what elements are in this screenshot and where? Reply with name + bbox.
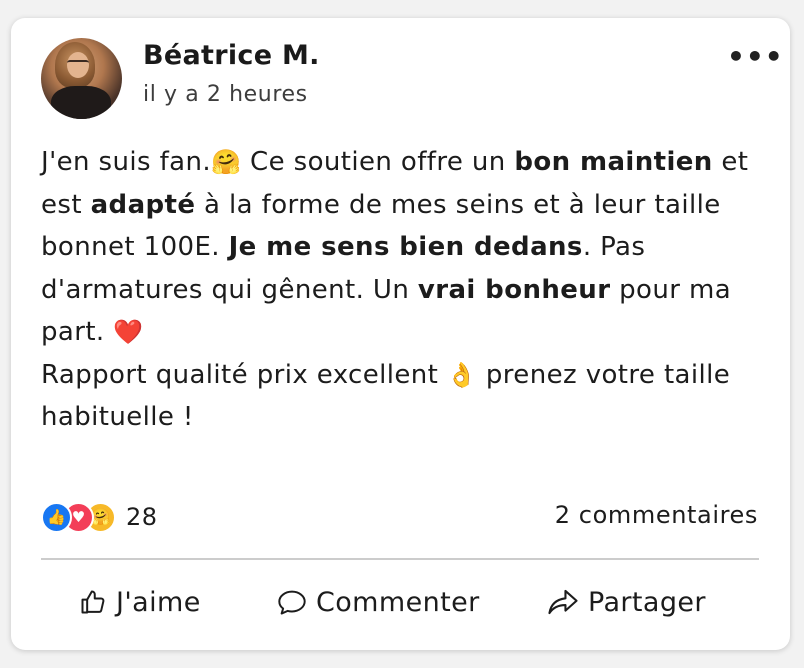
body-text: J'en suis fan.: [41, 147, 212, 177]
action-bar: J'aime Commenter Partager: [41, 580, 759, 624]
hugging-face-emoji: 🤗: [211, 148, 242, 176]
body-bold-text: adapté: [90, 189, 196, 220]
comments-count-link[interactable]: 2 commentaires: [555, 501, 758, 529]
red-heart-emoji: ❤️: [113, 318, 144, 346]
comment-button[interactable]: Commenter: [277, 587, 480, 618]
body-bold-text: bon maintien: [514, 147, 713, 177]
reactions-summary[interactable]: 👍 ♥ 🤗 28: [41, 500, 158, 534]
body-bold-text: vrai bonheur: [417, 274, 611, 305]
post-time[interactable]: il y a 2 heures: [143, 82, 308, 107]
body-text: Ce soutien offre un: [241, 147, 515, 177]
thumbs-up-icon: [79, 588, 107, 616]
post-body: J'en suis fan.🤗 Ce soutien offre un bon …: [41, 141, 761, 439]
author-name[interactable]: Béatrice M.: [143, 40, 320, 71]
post-card: Béatrice M. il y a 2 heures ••• J'en sui…: [11, 18, 790, 650]
ok-hand-emoji: 👌: [446, 360, 478, 389]
speech-bubble-icon: [277, 588, 307, 616]
share-arrow-icon: [547, 588, 579, 616]
body-bold-text: Je me sens bien dedans: [228, 232, 583, 262]
avatar-glasses: [67, 60, 89, 66]
like-label: J'aime: [116, 586, 201, 618]
share-button[interactable]: Partager: [547, 587, 706, 618]
more-options-icon[interactable]: •••: [727, 43, 783, 72]
like-icon: 👍: [41, 501, 72, 533]
like-button[interactable]: J'aime: [79, 587, 201, 618]
divider: [41, 558, 759, 560]
body-text: Rapport qualité prix excellent: [41, 359, 447, 390]
comment-label: Commenter: [316, 586, 480, 618]
avatar[interactable]: [41, 38, 122, 119]
share-label: Partager: [588, 586, 706, 618]
avatar-top: [51, 86, 111, 119]
reaction-count: 28: [126, 503, 158, 531]
